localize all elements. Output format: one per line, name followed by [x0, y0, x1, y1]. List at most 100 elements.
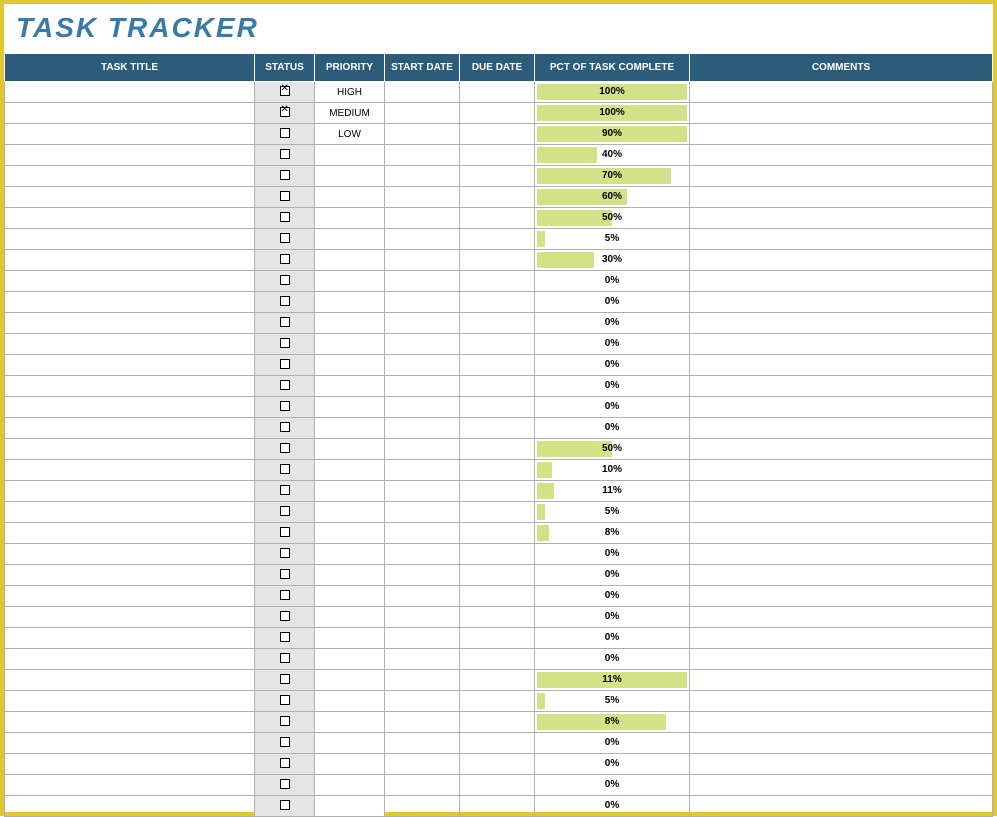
start-date-cell[interactable]	[385, 229, 460, 250]
due-date-cell[interactable]	[460, 313, 535, 334]
status-checkbox-icon[interactable]	[280, 422, 290, 432]
comments-cell[interactable]	[690, 649, 993, 670]
start-date-cell[interactable]	[385, 355, 460, 376]
priority-cell[interactable]	[315, 523, 385, 544]
priority-cell[interactable]	[315, 502, 385, 523]
status-cell[interactable]	[255, 271, 315, 292]
status-cell[interactable]	[255, 481, 315, 502]
due-date-cell[interactable]	[460, 628, 535, 649]
start-date-cell[interactable]	[385, 124, 460, 145]
due-date-cell[interactable]	[460, 775, 535, 796]
status-checkbox-icon[interactable]	[280, 485, 290, 495]
due-date-cell[interactable]	[460, 82, 535, 103]
status-cell[interactable]	[255, 334, 315, 355]
task-title-cell[interactable]	[5, 334, 255, 355]
task-title-cell[interactable]	[5, 796, 255, 817]
status-checkbox-icon[interactable]	[280, 779, 290, 789]
comments-cell[interactable]	[690, 229, 993, 250]
status-checkbox-icon[interactable]	[280, 464, 290, 474]
task-title-cell[interactable]	[5, 649, 255, 670]
status-cell[interactable]	[255, 313, 315, 334]
start-date-cell[interactable]	[385, 439, 460, 460]
status-cell[interactable]	[255, 607, 315, 628]
comments-cell[interactable]	[690, 796, 993, 817]
comments-cell[interactable]	[690, 187, 993, 208]
due-date-cell[interactable]	[460, 523, 535, 544]
task-title-cell[interactable]	[5, 208, 255, 229]
due-date-cell[interactable]	[460, 418, 535, 439]
start-date-cell[interactable]	[385, 397, 460, 418]
comments-cell[interactable]	[690, 481, 993, 502]
status-cell[interactable]	[255, 544, 315, 565]
status-cell[interactable]	[255, 754, 315, 775]
task-title-cell[interactable]	[5, 166, 255, 187]
due-date-cell[interactable]	[460, 397, 535, 418]
task-title-cell[interactable]	[5, 271, 255, 292]
due-date-cell[interactable]	[460, 586, 535, 607]
task-title-cell[interactable]	[5, 397, 255, 418]
start-date-cell[interactable]	[385, 208, 460, 229]
status-cell[interactable]	[255, 418, 315, 439]
start-date-cell[interactable]	[385, 103, 460, 124]
status-cell[interactable]	[255, 565, 315, 586]
status-checkbox-icon[interactable]	[280, 317, 290, 327]
task-title-cell[interactable]	[5, 586, 255, 607]
status-cell[interactable]	[255, 523, 315, 544]
due-date-cell[interactable]	[460, 229, 535, 250]
due-date-cell[interactable]	[460, 439, 535, 460]
comments-cell[interactable]	[690, 208, 993, 229]
priority-cell[interactable]: HIGH	[315, 82, 385, 103]
comments-cell[interactable]	[690, 754, 993, 775]
status-checkbox-icon[interactable]	[280, 800, 290, 810]
status-checkbox-icon[interactable]	[280, 359, 290, 369]
comments-cell[interactable]	[690, 544, 993, 565]
task-title-cell[interactable]	[5, 460, 255, 481]
status-checkbox-icon[interactable]	[280, 191, 290, 201]
comments-cell[interactable]	[690, 334, 993, 355]
priority-cell[interactable]	[315, 565, 385, 586]
priority-cell[interactable]	[315, 628, 385, 649]
priority-cell[interactable]: MEDIUM	[315, 103, 385, 124]
priority-cell[interactable]	[315, 586, 385, 607]
task-title-cell[interactable]	[5, 691, 255, 712]
status-cell[interactable]	[255, 628, 315, 649]
priority-cell[interactable]	[315, 607, 385, 628]
comments-cell[interactable]	[690, 775, 993, 796]
start-date-cell[interactable]	[385, 313, 460, 334]
comments-cell[interactable]	[690, 691, 993, 712]
start-date-cell[interactable]	[385, 334, 460, 355]
task-title-cell[interactable]	[5, 670, 255, 691]
comments-cell[interactable]	[690, 124, 993, 145]
priority-cell[interactable]	[315, 145, 385, 166]
due-date-cell[interactable]	[460, 271, 535, 292]
task-title-cell[interactable]	[5, 82, 255, 103]
status-cell[interactable]	[255, 712, 315, 733]
status-checkbox-icon[interactable]	[280, 212, 290, 222]
status-checkbox-icon[interactable]	[280, 149, 290, 159]
task-title-cell[interactable]	[5, 145, 255, 166]
start-date-cell[interactable]	[385, 544, 460, 565]
task-title-cell[interactable]	[5, 502, 255, 523]
status-cell[interactable]	[255, 187, 315, 208]
due-date-cell[interactable]	[460, 208, 535, 229]
task-title-cell[interactable]	[5, 754, 255, 775]
start-date-cell[interactable]	[385, 250, 460, 271]
due-date-cell[interactable]	[460, 754, 535, 775]
priority-cell[interactable]: LOW	[315, 124, 385, 145]
start-date-cell[interactable]	[385, 145, 460, 166]
start-date-cell[interactable]	[385, 460, 460, 481]
status-cell[interactable]	[255, 124, 315, 145]
status-cell[interactable]	[255, 145, 315, 166]
status-cell[interactable]	[255, 586, 315, 607]
priority-cell[interactable]	[315, 250, 385, 271]
status-cell[interactable]	[255, 250, 315, 271]
priority-cell[interactable]	[315, 733, 385, 754]
start-date-cell[interactable]	[385, 418, 460, 439]
status-cell[interactable]	[255, 670, 315, 691]
due-date-cell[interactable]	[460, 649, 535, 670]
status-cell[interactable]	[255, 166, 315, 187]
task-title-cell[interactable]	[5, 250, 255, 271]
priority-cell[interactable]	[315, 754, 385, 775]
priority-cell[interactable]	[315, 166, 385, 187]
status-checkbox-icon[interactable]	[280, 674, 290, 684]
